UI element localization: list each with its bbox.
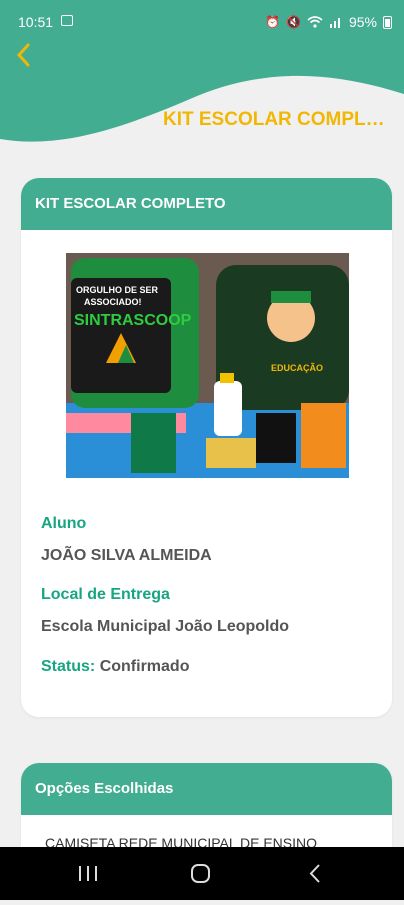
status-value: Confirmado: [99, 658, 190, 675]
chevron-left-icon: [16, 43, 30, 67]
aluno-value: JOÃO SILVA ALMEIDA: [41, 547, 212, 564]
local-label: Local de Entrega: [41, 586, 170, 603]
page-title: KIT ESCOLAR COMPLETO: [163, 109, 395, 130]
alarm-icon: ⏰: [265, 15, 281, 29]
home-icon: [191, 864, 210, 883]
wifi-icon: [307, 16, 323, 28]
svg-text:EDUCAÇÃO: EDUCAÇÃO: [271, 363, 323, 373]
battery-level: 95%: [348, 14, 377, 30]
local-value: Escola Municipal João Leopoldo: [41, 618, 290, 635]
status-bar: 10:51 ⏰ 🔇 95%: [0, 0, 404, 44]
status-icons: ⏰ 🔇 95%: [265, 14, 392, 30]
recents-button[interactable]: [58, 847, 118, 900]
kit-card: KIT ESCOLAR COMPLETO ORGULHO DE SER ASSO…: [21, 178, 392, 717]
svg-text:ORGULHO DE SER: ORGULHO DE SER: [76, 285, 159, 295]
back-icon: [309, 864, 320, 883]
signal-icon: [329, 18, 340, 28]
recents-icon: [79, 866, 97, 881]
image-icon: [61, 15, 73, 26]
options-card-title: Opções Escolhidas: [21, 763, 392, 815]
aluno-label: Aluno: [41, 515, 87, 532]
status-time: 10:51: [18, 14, 54, 30]
back-button[interactable]: [10, 42, 40, 72]
status-label: Status:: [41, 658, 96, 675]
svg-text:SINTRASCOOP: SINTRASCOOP: [74, 312, 192, 329]
kit-photo: ORGULHO DE SER ASSOCIADO! SINTRASCOOP ED…: [66, 253, 349, 478]
header-wave: [0, 44, 404, 142]
battery-icon: [383, 15, 392, 29]
options-card: Opções Escolhidas CAMISETA REDE MUNICIPA…: [21, 763, 392, 853]
home-button[interactable]: [171, 847, 231, 900]
mute-icon: 🔇: [286, 15, 301, 29]
nav-back-button[interactable]: [285, 847, 345, 900]
kit-card-title: KIT ESCOLAR COMPLETO: [21, 178, 392, 230]
status-line: Status: Confirmado: [41, 658, 189, 676]
nav-bar: [0, 847, 404, 900]
svg-text:ASSOCIADO!: ASSOCIADO!: [84, 297, 142, 307]
